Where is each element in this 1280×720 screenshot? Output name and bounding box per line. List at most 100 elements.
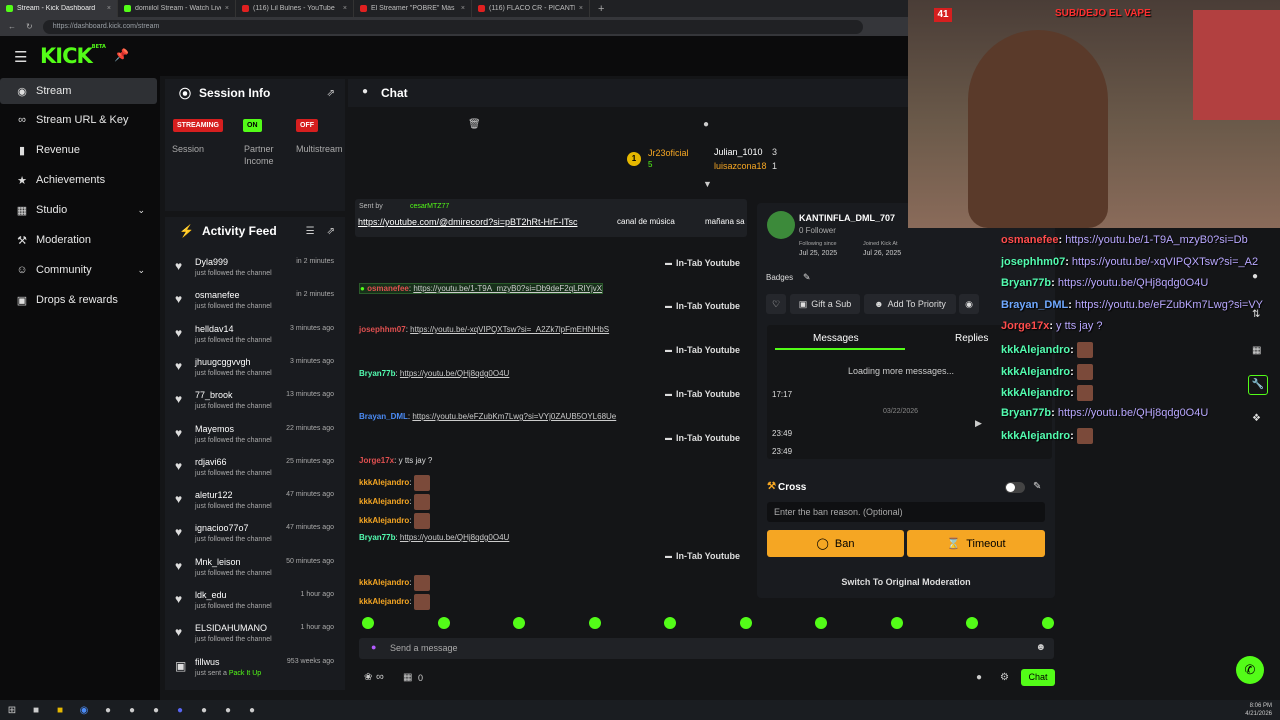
chat-link[interactable]: https://youtu.be/-xqVIPQXTsw?si=_A2Zk7lp… xyxy=(410,325,609,334)
close-icon[interactable]: × xyxy=(225,5,229,12)
list-item[interactable]: ♥ 77_brook 13 minutes ago just followed the… xyxy=(175,388,340,421)
chat-username[interactable]: Jorge17x xyxy=(359,456,394,465)
close-icon[interactable]: × xyxy=(461,5,465,12)
sidebar-item-achievements[interactable]: ★ Achievements xyxy=(0,167,157,193)
kick-logo[interactable]: KICKBETA xyxy=(40,44,106,68)
ban-reason-input[interactable]: Enter the ban reason. (Optional) xyxy=(767,502,1045,522)
pinned-user[interactable]: cesarMTZ77 xyxy=(410,203,449,210)
leaderboard-first[interactable]: Jr23oficial xyxy=(648,148,689,158)
apps-icon[interactable]: ❖ xyxy=(1252,413,1261,424)
pinned-message[interactable]: Sent by cesarMTZ77 https://youtube.com/@… xyxy=(355,199,747,237)
browser-tab[interactable]: domiilol Stream - Watch Live on × xyxy=(118,0,236,17)
in-tab-youtube-button[interactable]: ▬ In-Tab Youtube xyxy=(665,258,740,268)
pin-icon[interactable]: 📌 xyxy=(114,48,129,62)
filter-icon[interactable]: ☰ xyxy=(306,226,315,237)
emote-button[interactable] xyxy=(513,617,525,629)
chat-message[interactable]: kkkAlejandro: xyxy=(359,494,430,510)
sidebar-item-stream[interactable]: ◉ Stream xyxy=(0,78,157,104)
in-tab-youtube-button[interactable]: ▬ In-Tab Youtube xyxy=(665,433,740,443)
chat-username[interactable]: kkkAlejandro xyxy=(359,578,409,587)
chat-settings-icon[interactable]: ● xyxy=(976,672,982,683)
list-item[interactable]: ♥ ldk_edu 1 hour ago just followed the chan… xyxy=(175,588,340,621)
in-tab-youtube-button[interactable]: ▬ In-Tab Youtube xyxy=(665,551,740,561)
list-item[interactable]: ♥ rdjavi66 25 minutes ago just followed the… xyxy=(175,455,340,488)
chat-message[interactable]: Bryan77b: https://youtu.be/QHj8qdg0O4U xyxy=(359,369,509,378)
chrome-icon[interactable]: ◉ xyxy=(72,700,96,720)
emote-button[interactable] xyxy=(1041,617,1054,629)
chat-username[interactable]: kkkAlejandro xyxy=(359,516,409,525)
store-icon[interactable]: ▦ xyxy=(403,672,412,683)
chat-input[interactable]: ● Send a message ☻ xyxy=(359,638,1054,659)
list-item[interactable]: ♥ Dyla999 in 2 minutes just followed the ch… xyxy=(175,255,340,288)
popout-icon[interactable]: ⇗ xyxy=(327,88,335,99)
list-item[interactable]: ▣ fillwus 953 weeks ago just sent a Pack It… xyxy=(175,655,340,688)
edit-icon[interactable]: ✎ xyxy=(1033,481,1041,492)
chat-username[interactable]: osmanefee xyxy=(367,284,409,293)
close-icon[interactable]: × xyxy=(107,5,111,12)
chat-username[interactable]: kkkAlejandro xyxy=(359,597,409,606)
emote-button[interactable] xyxy=(362,617,374,629)
chat-message[interactable]: Jorge17x: y tts jay ? xyxy=(359,456,432,465)
app-icon[interactable]: ● xyxy=(192,700,216,720)
sidebar-item-stream-url-key[interactable]: ∞ Stream URL & Key xyxy=(0,107,157,133)
clock[interactable]: 8:06 PM 4/21/2026 xyxy=(1245,702,1272,718)
chat-message[interactable]: kkkAlejandro: xyxy=(359,475,430,491)
in-tab-youtube-button[interactable]: ▬ In-Tab Youtube xyxy=(665,301,740,311)
edit-icon[interactable]: ✎ xyxy=(803,272,811,283)
chat-message[interactable]: ● osmanefee: https://youtu.be/1-T9A_mzyB… xyxy=(359,283,604,294)
close-icon[interactable]: × xyxy=(579,5,583,12)
chat-message[interactable]: Brayan_DML: https://youtu.be/eFZubKm7Lwg… xyxy=(359,412,616,421)
close-icon[interactable]: × xyxy=(343,5,347,12)
app-icon[interactable]: ● xyxy=(216,700,240,720)
timeout-button[interactable]: ⌛ Timeout xyxy=(907,530,1045,557)
sidebar-item-drops-rewards[interactable]: ▣ Drops & rewards xyxy=(0,287,157,313)
leaderboard-second[interactable]: Julian_1010 xyxy=(714,147,763,157)
back-icon[interactable]: ← xyxy=(8,22,16,31)
list-item[interactable]: ♥ ignacioo77o7 47 minutes ago just followed… xyxy=(175,521,340,554)
in-tab-youtube-button[interactable]: ▬ In-Tab Youtube xyxy=(665,345,740,355)
emote-button[interactable] xyxy=(664,617,676,629)
mic-icon[interactable]: ● xyxy=(371,642,376,652)
emote-button[interactable] xyxy=(437,617,450,629)
browser-tab[interactable]: Stream - Kick Dashboard × xyxy=(0,0,118,17)
folder-icon[interactable]: ■ xyxy=(48,700,72,720)
emoji-icon[interactable]: ☻ xyxy=(1035,642,1046,653)
app-icon[interactable]: ● xyxy=(240,700,264,720)
layers-icon[interactable]: ▦ xyxy=(1252,345,1261,356)
wrench-icon[interactable]: 🔧 xyxy=(1248,375,1268,395)
emote-button[interactable] xyxy=(890,617,903,629)
chat-username[interactable]: kkkAlejandro xyxy=(359,497,409,506)
new-tab-icon[interactable]: + xyxy=(590,3,612,15)
add-priority-button[interactable]: ☻ Add To Priority xyxy=(864,294,956,314)
list-item[interactable]: ♥ Mnk_leison 50 minutes ago just followed t… xyxy=(175,555,340,588)
sidebar-item-moderation[interactable]: ⚒ Moderation xyxy=(0,227,157,253)
chat-icon[interactable]: ● xyxy=(1252,271,1258,282)
leaderboard-third[interactable]: luisazcona18 xyxy=(714,161,767,171)
browser-tab[interactable]: (116) Lil Bulnes - YouTube × xyxy=(236,0,354,17)
browser-tab[interactable]: El Streamer "POBRE" Más MALAG × xyxy=(354,0,472,17)
play-icon[interactable]: ▶ xyxy=(975,418,982,429)
chat-link[interactable]: https://youtu.be/QHj8qdg0O4U xyxy=(400,533,509,542)
connect-icon[interactable]: ⇅ xyxy=(1252,309,1260,320)
chat-message[interactable]: kkkAlejandro: xyxy=(359,575,430,591)
chat-username[interactable]: Brayan_DML xyxy=(359,412,408,421)
app-icon[interactable]: ● xyxy=(144,700,168,720)
chevron-down-icon[interactable]: ▼ xyxy=(703,179,712,189)
chat-message[interactable]: josephhm07: https://youtu.be/-xqVIPQXTsw… xyxy=(359,325,609,334)
sidebar-item-revenue[interactable]: ▮ Revenue xyxy=(0,137,157,163)
emote-button[interactable] xyxy=(739,617,752,629)
browser-tab[interactable]: (116) FLACO CR - PICANTE × xyxy=(472,0,590,17)
list-item[interactable]: ♥ jhuugcggvvgh 3 minutes ago just followed … xyxy=(175,355,340,388)
tab-replies[interactable]: Replies xyxy=(955,333,988,344)
reload-icon[interactable]: ↻ xyxy=(26,22,33,31)
list-item[interactable]: ♥ ELSIDAHUMANO 1 hour ago just followed the… xyxy=(175,621,340,654)
list-item[interactable]: ♥ aletur122 47 minutes ago just followed th… xyxy=(175,488,340,521)
app-icon[interactable]: ● xyxy=(96,700,120,720)
gear-icon[interactable]: ⚙ xyxy=(1000,672,1009,683)
list-item[interactable]: ♥ osmanefee in 2 minutes just followed the … xyxy=(175,288,340,321)
chat-message[interactable]: kkkAlejandro: xyxy=(359,513,430,529)
terminal-icon[interactable]: ■ xyxy=(24,700,48,720)
menu-icon[interactable]: ☰ xyxy=(14,48,27,66)
chat-icon[interactable]: ● xyxy=(703,119,709,130)
people-icon[interactable]: ❀ xyxy=(364,672,372,683)
